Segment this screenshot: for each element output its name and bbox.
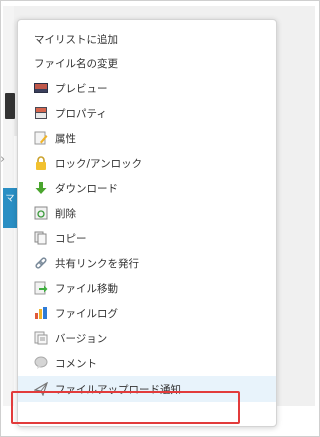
version-icon	[34, 331, 48, 345]
background-thumbnail	[5, 93, 15, 119]
menu-item-label: ダウンロード	[55, 182, 118, 195]
menu-item-label: プロパティ	[55, 107, 107, 120]
highlight-annotation-box	[11, 391, 240, 424]
side-tab-label: マ	[5, 194, 15, 204]
menu-item-label: バージョン	[55, 332, 108, 345]
move-icon	[34, 281, 48, 295]
menu-item-label: コメント	[55, 357, 97, 370]
menu-item-delete[interactable]: 削除	[18, 201, 276, 225]
menu-item-label: マイリストに追加	[34, 33, 118, 46]
menu-item-label: プレビュー	[55, 82, 108, 95]
menu-item-label: コピー	[55, 232, 87, 245]
background-content-area	[275, 6, 315, 406]
menu-item-properties[interactable]: プロパティ	[18, 101, 276, 125]
menu-item-share-link[interactable]: 共有リンクを発行	[18, 251, 276, 275]
copy-icon	[34, 231, 48, 245]
menu-item-move-file[interactable]: ファイル移動	[18, 276, 276, 300]
menu-item-rename[interactable]: ファイル名の変更	[18, 51, 276, 75]
menu-item-preview[interactable]: プレビュー	[18, 76, 276, 100]
menu-item-label: ファイル名の変更	[34, 57, 118, 70]
menu-item-version[interactable]: バージョン	[18, 326, 276, 350]
delete-icon	[34, 206, 48, 220]
context-menu: マイリストに追加 ファイル名の変更 プレビュー プロパティ 属性 ロック/アンロ…	[17, 19, 277, 427]
comment-icon	[34, 356, 48, 370]
link-icon	[34, 256, 48, 270]
attribute-icon	[34, 131, 48, 145]
menu-item-label: ファイルログ	[55, 307, 118, 320]
chevron-right-icon[interactable]: ›	[0, 152, 5, 167]
menu-item-add-to-mylist[interactable]: マイリストに追加	[18, 27, 276, 51]
menu-item-file-log[interactable]: ファイルログ	[18, 301, 276, 325]
menu-item-label: ファイル移動	[55, 282, 118, 295]
menu-item-download[interactable]: ダウンロード	[18, 176, 276, 200]
menu-item-copy[interactable]: コピー	[18, 226, 276, 250]
download-icon	[34, 181, 48, 195]
menu-item-comment[interactable]: コメント	[18, 351, 276, 375]
side-tab[interactable]: マ	[3, 188, 17, 228]
preview-icon	[34, 81, 48, 95]
menu-item-lock-unlock[interactable]: ロック/アンロック	[18, 151, 276, 175]
menu-item-label: 削除	[55, 207, 76, 220]
lock-icon	[34, 156, 48, 170]
menu-item-label: ロック/アンロック	[55, 157, 143, 170]
log-icon	[34, 306, 48, 320]
menu-item-attribute[interactable]: 属性	[18, 126, 276, 150]
menu-item-label: 属性	[55, 132, 76, 145]
properties-icon	[34, 106, 48, 120]
menu-item-label: 共有リンクを発行	[55, 257, 139, 270]
